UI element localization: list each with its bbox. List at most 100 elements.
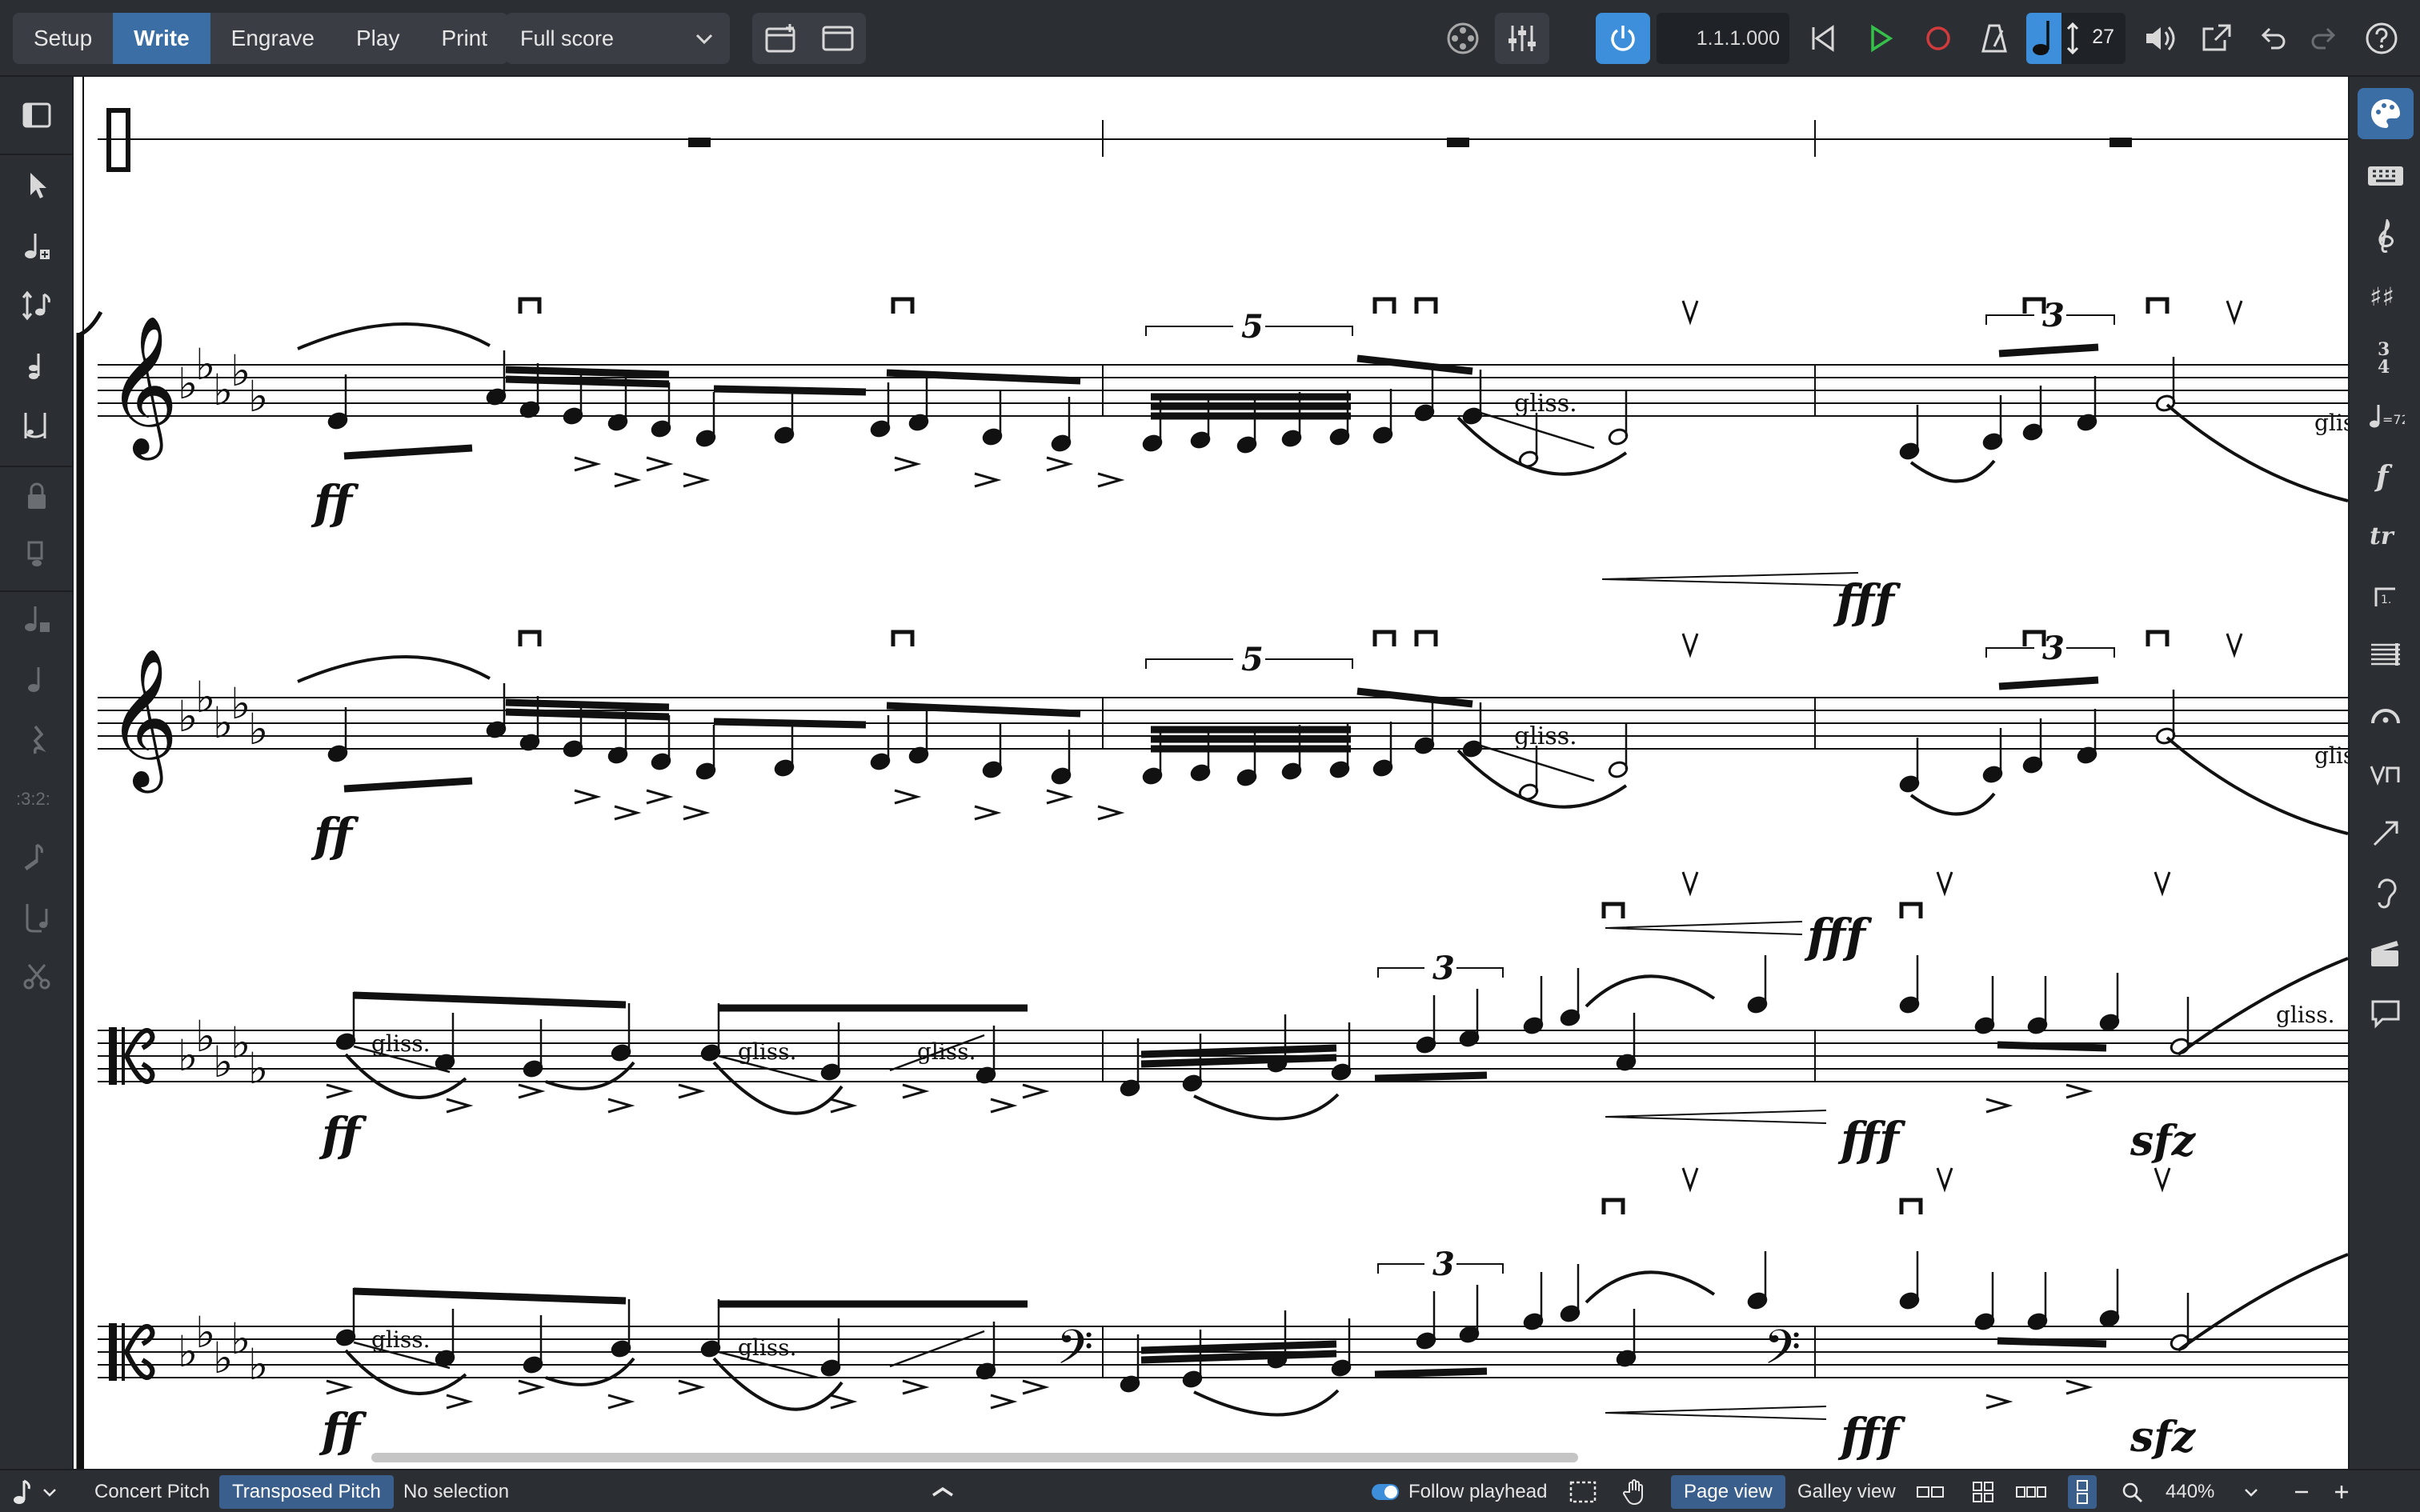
scissors-button[interactable] bbox=[18, 957, 56, 995]
properties-button[interactable] bbox=[2366, 94, 2405, 133]
zoom-out-button[interactable] bbox=[2292, 1470, 2311, 1512]
spread-vertical-button[interactable] bbox=[2068, 1475, 2097, 1509]
accent bbox=[614, 805, 642, 821]
note-input-menu[interactable] bbox=[11, 1470, 59, 1512]
video-button[interactable] bbox=[1440, 13, 1485, 64]
time-display[interactable]: 1.1.1.000 bbox=[1657, 13, 1789, 64]
zoom-select[interactable]: 440% bbox=[2166, 1470, 2261, 1512]
dynamics-button[interactable]: f bbox=[2366, 458, 2405, 496]
spread-grid-button[interactable] bbox=[1972, 1470, 1994, 1512]
mode-tab-play[interactable]: Play bbox=[335, 13, 420, 64]
playing-techniques-button[interactable] bbox=[2366, 755, 2405, 794]
cues-panel-button[interactable] bbox=[2366, 934, 2405, 973]
holds-pauses-button[interactable] bbox=[2366, 696, 2405, 734]
clapperboard-icon bbox=[2371, 941, 2398, 966]
repeat-markers-button[interactable] bbox=[2366, 635, 2405, 674]
tempo-mode-button[interactable] bbox=[2026, 13, 2061, 64]
slash-voice-button[interactable] bbox=[18, 838, 56, 877]
mode-tab-write[interactable]: Write bbox=[113, 13, 210, 64]
slur bbox=[545, 1061, 635, 1090]
tuplets-button[interactable]: :3:2: bbox=[14, 779, 59, 818]
slur bbox=[1193, 1093, 1340, 1121]
ornaments-button[interactable]: tr bbox=[2366, 517, 2405, 555]
select-tool-button[interactable] bbox=[18, 166, 56, 205]
note-input-button[interactable] bbox=[18, 227, 56, 266]
record-button[interactable] bbox=[1917, 13, 1959, 64]
accent bbox=[1097, 472, 1125, 488]
harp-pedals-button[interactable] bbox=[2366, 874, 2405, 912]
layout-selector[interactable]: Full score bbox=[506, 13, 730, 64]
key-signatures-button[interactable]: ♯♯ bbox=[2366, 277, 2405, 315]
bars-icon bbox=[2371, 643, 2400, 666]
dynamic-fff: fff bbox=[1837, 1408, 1906, 1462]
new-tab-button[interactable] bbox=[752, 13, 810, 64]
mode-tab-setup[interactable]: Setup bbox=[13, 13, 113, 64]
activate-project-button[interactable] bbox=[1596, 13, 1650, 64]
slur bbox=[2177, 1253, 2348, 1352]
marquee-tool-button[interactable] bbox=[1569, 1470, 1597, 1512]
window-button[interactable] bbox=[810, 13, 866, 64]
comments-button[interactable] bbox=[2366, 994, 2405, 1032]
accent bbox=[2065, 1083, 2093, 1099]
mixer-icon bbox=[1508, 26, 1536, 51]
force-duration-button[interactable] bbox=[18, 534, 56, 573]
mixer-button[interactable] bbox=[1495, 13, 1549, 64]
lock-duration-button[interactable] bbox=[18, 477, 56, 515]
accent bbox=[1097, 805, 1125, 821]
tempo-display[interactable]: 27 bbox=[2026, 13, 2126, 64]
page-view-button[interactable]: Page view bbox=[1671, 1475, 1785, 1509]
export-button[interactable] bbox=[2196, 13, 2238, 64]
zoom-in-button[interactable] bbox=[2332, 1470, 2351, 1512]
spread-horizontal-button[interactable] bbox=[1916, 1470, 1945, 1512]
tempo-button[interactable]: =72 bbox=[2366, 397, 2405, 435]
transposed-pitch-button[interactable]: Transposed Pitch bbox=[219, 1475, 394, 1509]
repeat-endings-button[interactable]: 1. bbox=[2366, 576, 2405, 614]
slur bbox=[297, 322, 491, 350]
cues-button[interactable] bbox=[18, 898, 56, 936]
concert-pitch-button[interactable]: Concert Pitch bbox=[82, 1475, 222, 1509]
up-bow bbox=[2154, 1167, 2171, 1193]
galley-view-button[interactable]: Galley view bbox=[1785, 1475, 1909, 1509]
dorico-window: Setup Write Engrave Play Print Full scor… bbox=[0, 0, 2420, 1512]
metronome-button[interactable] bbox=[1973, 13, 2015, 64]
rest-button[interactable] bbox=[18, 720, 56, 758]
beam bbox=[505, 375, 670, 388]
down-bow bbox=[1601, 902, 1625, 918]
undo-button[interactable] bbox=[2252, 13, 2294, 64]
chords-button[interactable] bbox=[18, 347, 56, 386]
toggle-left-panel-button[interactable] bbox=[18, 96, 56, 134]
volume-button[interactable] bbox=[2140, 13, 2182, 64]
hand-tool-button[interactable] bbox=[1621, 1470, 1650, 1512]
top-toolbar: Setup Write Engrave Play Print Full scor… bbox=[0, 0, 2420, 77]
accent bbox=[1022, 1083, 1050, 1099]
dynamic-fff: fff bbox=[1837, 1112, 1906, 1166]
follow-playhead-toggle[interactable]: Follow playhead bbox=[1372, 1470, 1547, 1512]
play-button[interactable] bbox=[1860, 13, 1901, 64]
glissando-label: gliss. bbox=[738, 1038, 796, 1065]
mode-tab-print[interactable]: Print bbox=[420, 13, 508, 64]
insert-mode-button[interactable] bbox=[18, 286, 56, 325]
lower-zone-toggle[interactable] bbox=[928, 1470, 957, 1512]
clefs-button[interactable] bbox=[2366, 218, 2405, 256]
lines-button[interactable] bbox=[2366, 814, 2405, 853]
help-button[interactable] bbox=[2359, 13, 2404, 64]
up-bow bbox=[1681, 300, 1699, 326]
tempo-range-icon bbox=[2066, 22, 2079, 55]
redo-button[interactable] bbox=[2303, 13, 2345, 64]
slur bbox=[1909, 792, 1996, 816]
keyboard-panel-button[interactable] bbox=[2366, 157, 2405, 195]
time-signatures-button[interactable]: 34 bbox=[2366, 338, 2405, 376]
spread-row-button[interactable] bbox=[2015, 1470, 2047, 1512]
grace-notes-button[interactable] bbox=[18, 406, 56, 445]
up-bow bbox=[1681, 633, 1699, 658]
bass-clef: 𝄢 bbox=[1764, 1319, 1801, 1386]
mode-tab-engrave[interactable]: Engrave bbox=[210, 13, 335, 64]
rhythm-dots-button[interactable] bbox=[18, 600, 56, 638]
rewind-button[interactable] bbox=[1802, 13, 1844, 64]
status-bar: Concert Pitch Transposed Pitch No select… bbox=[0, 1469, 2420, 1512]
note-button[interactable] bbox=[18, 661, 56, 699]
zoom-search-button[interactable] bbox=[2121, 1470, 2143, 1512]
horizontal-scrollbar[interactable] bbox=[371, 1453, 1578, 1462]
score-view[interactable]: 𝄞♭♭♭♭♭𝄞♭♭♭♭♭♭♭♭♭♭♭♭♭♭♭ gliss.gliss.53fff… bbox=[74, 77, 2348, 1469]
tuplet-bracket: 3 bbox=[1377, 950, 1504, 987]
